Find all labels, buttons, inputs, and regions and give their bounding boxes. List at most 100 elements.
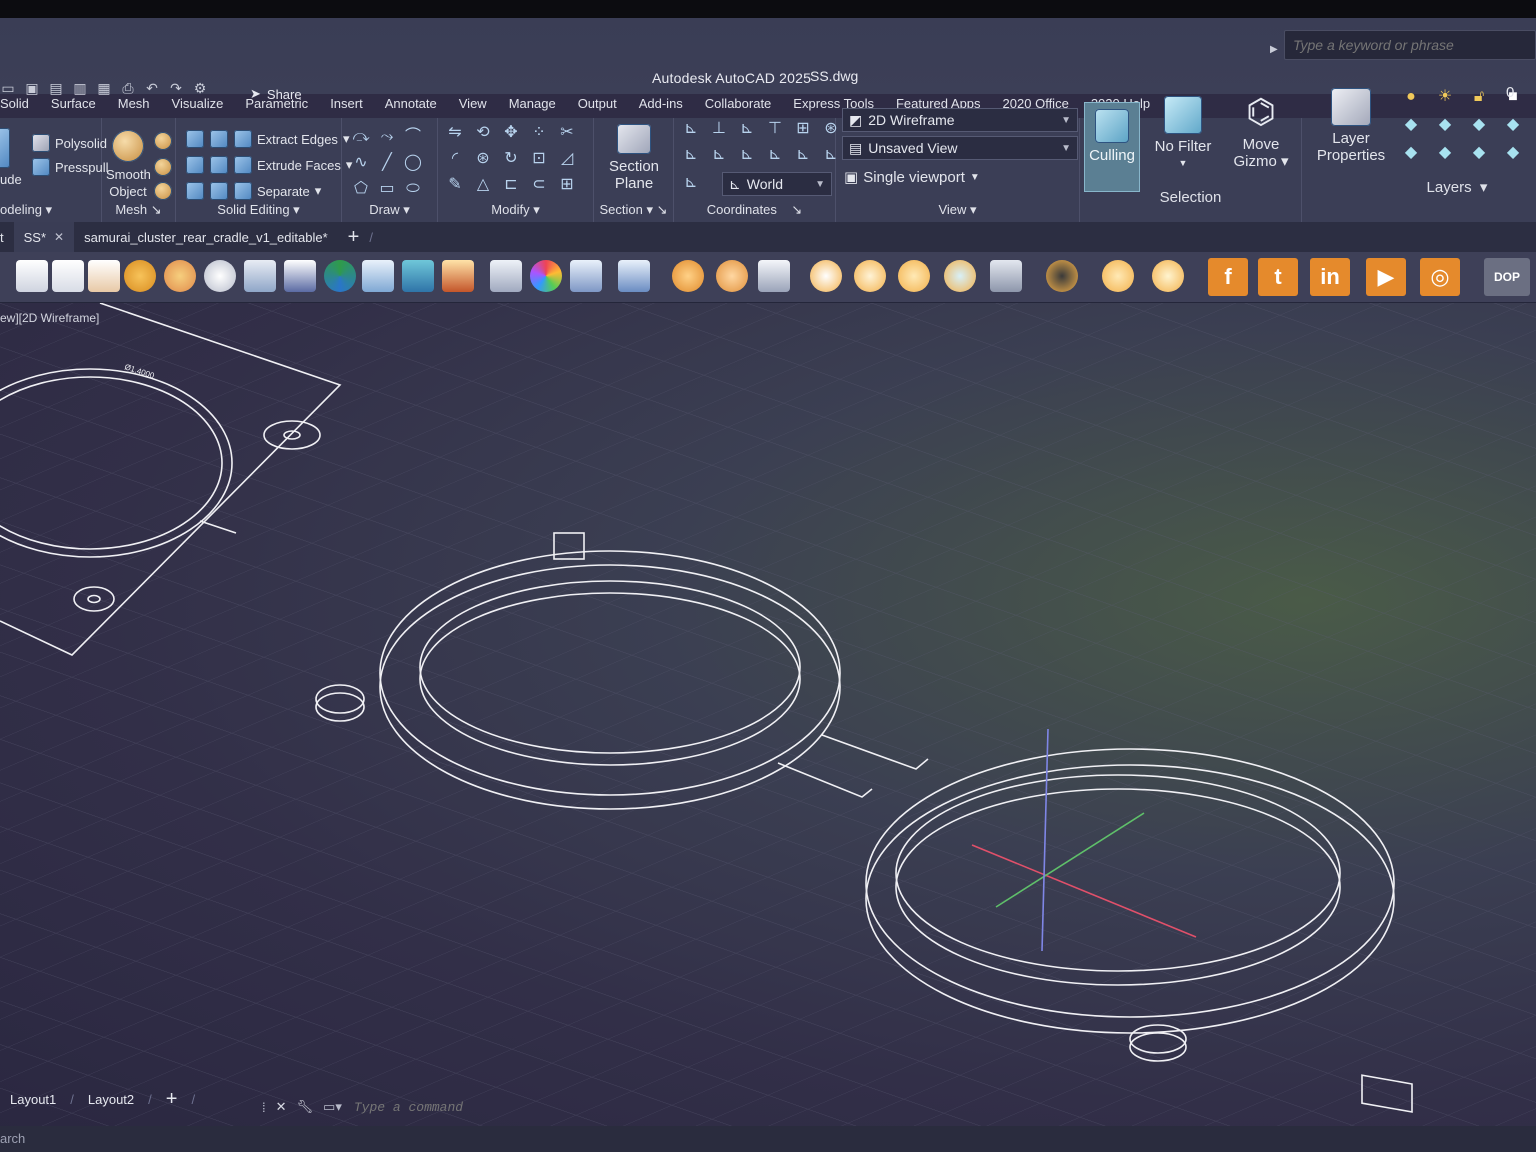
c-icon[interactable] bbox=[88, 260, 120, 292]
instagram-icon[interactable]: ◎ bbox=[1420, 258, 1460, 296]
tab-visualize[interactable]: Visualize bbox=[161, 94, 235, 118]
subtract-icon[interactable] bbox=[186, 156, 204, 174]
tab-parametric[interactable]: Parametric bbox=[234, 94, 319, 118]
refresh-icon[interactable] bbox=[324, 260, 356, 292]
layer-walk-icon[interactable]: ◆ bbox=[1436, 144, 1454, 162]
panel-label-selection[interactable]: Selection bbox=[1080, 189, 1301, 206]
ucs-3point-icon[interactable]: ⊾ bbox=[738, 146, 756, 164]
grid-icon[interactable] bbox=[402, 260, 434, 292]
3d-rotate-icon[interactable]: ⟲ bbox=[474, 124, 492, 142]
rectangle-icon[interactable]: ▭ bbox=[378, 180, 396, 198]
add-layout-icon[interactable]: + bbox=[166, 1088, 178, 1111]
globe-icon[interactable] bbox=[672, 260, 704, 292]
ellipse-icon[interactable]: ⬭ bbox=[404, 180, 422, 198]
scale-icon[interactable]: ⊡ bbox=[530, 150, 548, 168]
model-space-canvas[interactable]: Ø1.4000 bbox=[0, 303, 1536, 1152]
layer-off-icon[interactable]: ◆ bbox=[1402, 144, 1420, 162]
ucs-z-icon[interactable]: ⊞ bbox=[794, 120, 812, 138]
mesh-sphere-icon[interactable] bbox=[154, 132, 172, 150]
people-icon[interactable] bbox=[716, 260, 748, 292]
circle-icon[interactable]: ◯ bbox=[404, 154, 422, 172]
section-plane-button[interactable]: Section Plane bbox=[604, 124, 664, 192]
app-icon[interactable] bbox=[854, 260, 886, 292]
ucs-origin-icon[interactable]: ⊾ bbox=[710, 146, 728, 164]
stretch-icon[interactable]: ⊏ bbox=[502, 176, 520, 194]
tab-mesh[interactable]: Mesh bbox=[107, 94, 161, 118]
table-icon[interactable] bbox=[284, 260, 316, 292]
file-tab-ss[interactable]: SS* ✕ bbox=[13, 222, 75, 252]
freehand-icon[interactable]: ∿ bbox=[352, 154, 370, 172]
slice-icon[interactable] bbox=[210, 156, 228, 174]
ucs-face-icon[interactable]: ⊾ bbox=[682, 146, 700, 164]
layer-on-icon[interactable]: ● bbox=[1402, 88, 1420, 106]
recent-commands-icon[interactable]: ▭▾ bbox=[323, 1099, 342, 1115]
twitter-icon[interactable]: t bbox=[1258, 258, 1298, 296]
viewport-config-dropdown[interactable]: ▣ Single viewport ▼ bbox=[844, 168, 980, 187]
search-expand-icon[interactable]: ▶ bbox=[1270, 44, 1278, 55]
question-icon[interactable] bbox=[1152, 260, 1184, 292]
polygon-icon[interactable]: ⬠ bbox=[352, 180, 370, 198]
rect-array-icon[interactable]: ⊞ bbox=[558, 176, 576, 194]
palette-icon[interactable] bbox=[164, 260, 196, 292]
user-chat-icon[interactable] bbox=[758, 260, 790, 292]
layer-match-icon[interactable]: ◆ bbox=[1470, 116, 1488, 134]
tab-manage[interactable]: Manage bbox=[498, 94, 567, 118]
mail-icon[interactable] bbox=[898, 260, 930, 292]
fillet-icon[interactable]: ◜ bbox=[446, 150, 464, 168]
ucs-previous-icon[interactable]: ⊾ bbox=[682, 174, 700, 192]
frame-icon[interactable] bbox=[490, 260, 522, 292]
graduation-icon[interactable] bbox=[1046, 260, 1078, 292]
bulb-icon[interactable] bbox=[810, 260, 842, 292]
sc-icon[interactable] bbox=[52, 260, 84, 292]
sign-icon[interactable] bbox=[618, 260, 650, 292]
polyline-icon[interactable]: ⤼ bbox=[352, 128, 370, 146]
erase-icon[interactable]: ✎ bbox=[446, 176, 464, 194]
drawing-viewport[interactable]: ew][2D Wireframe] Ø1.4000 bbox=[0, 303, 1536, 1152]
offset-icon[interactable]: ⊂ bbox=[530, 176, 548, 194]
new-tab-icon[interactable]: + bbox=[338, 226, 370, 249]
tab-collaborate[interactable]: Collaborate bbox=[694, 94, 783, 118]
mirror-icon[interactable]: ⇋ bbox=[446, 124, 464, 142]
search-field-label[interactable]: arch bbox=[0, 1131, 25, 1146]
interfere-icon[interactable] bbox=[210, 130, 228, 148]
ucs-icon[interactable]: ⊾ bbox=[682, 120, 700, 138]
panel-label-draw[interactable]: Draw ▾ bbox=[342, 202, 437, 218]
panel-label-modify[interactable]: Modify ▾ bbox=[438, 202, 593, 218]
thicken-icon[interactable] bbox=[210, 182, 228, 200]
panel-label-coordinates[interactable]: Coordinates ↘ bbox=[674, 202, 835, 218]
extract-edges-button[interactable]: Extract Edges ▾ bbox=[234, 130, 349, 148]
eye-icon[interactable] bbox=[362, 260, 394, 292]
no-filter-button[interactable]: No Filter ▼ bbox=[1148, 96, 1218, 172]
tab-surface[interactable]: Surface bbox=[40, 94, 107, 118]
layer-properties-button[interactable]: Layer Properties bbox=[1308, 88, 1394, 164]
separate-button[interactable]: Separate ▾ bbox=[234, 182, 321, 200]
array-icon[interactable]: ⁘ bbox=[530, 124, 548, 142]
layer-lock-icon[interactable]: 🔓︎ bbox=[1470, 88, 1488, 106]
screen-icon[interactable] bbox=[944, 260, 976, 292]
help-doc-icon[interactable] bbox=[990, 260, 1022, 292]
close-icon[interactable]: ✕ bbox=[54, 230, 64, 244]
panel-label-section[interactable]: Section ▾ ↘ bbox=[594, 202, 673, 218]
align-icon[interactable]: ⊛ bbox=[474, 150, 492, 168]
extrude-button[interactable] bbox=[0, 128, 10, 168]
line-icon[interactable]: ╱ bbox=[378, 154, 396, 172]
ucs-y-icon[interactable]: ⊤ bbox=[766, 120, 784, 138]
command-input[interactable] bbox=[351, 1098, 876, 1116]
polysolid-button[interactable]: Polysolid bbox=[32, 134, 107, 152]
tab-output[interactable]: Output bbox=[567, 94, 628, 118]
move-icon[interactable]: ✥ bbox=[502, 124, 520, 142]
chamfer-icon[interactable]: ◿ bbox=[558, 150, 576, 168]
ucs-z-axis-icon[interactable]: ⊾ bbox=[766, 146, 784, 164]
trim-icon[interactable]: ✂ bbox=[558, 124, 576, 142]
file-tab-start[interactable]: t bbox=[0, 230, 14, 245]
dop-icon[interactable]: DOP bbox=[1484, 258, 1530, 296]
panel-label-view[interactable]: View ▾ bbox=[836, 202, 1079, 218]
facebook-icon[interactable]: f bbox=[1208, 258, 1248, 296]
visual-style-dropdown[interactable]: ◩ 2D Wireframe ▼ bbox=[842, 108, 1078, 132]
tab-insert[interactable]: Insert bbox=[319, 94, 374, 118]
rotate-icon[interactable]: ↻ bbox=[502, 150, 520, 168]
intersect-icon[interactable] bbox=[186, 182, 204, 200]
layout-tab-1[interactable]: Layout1 bbox=[0, 1092, 56, 1107]
layout-tab-2[interactable]: Layout2 bbox=[88, 1092, 134, 1107]
ucs-x-icon[interactable]: ⊾ bbox=[738, 120, 756, 138]
